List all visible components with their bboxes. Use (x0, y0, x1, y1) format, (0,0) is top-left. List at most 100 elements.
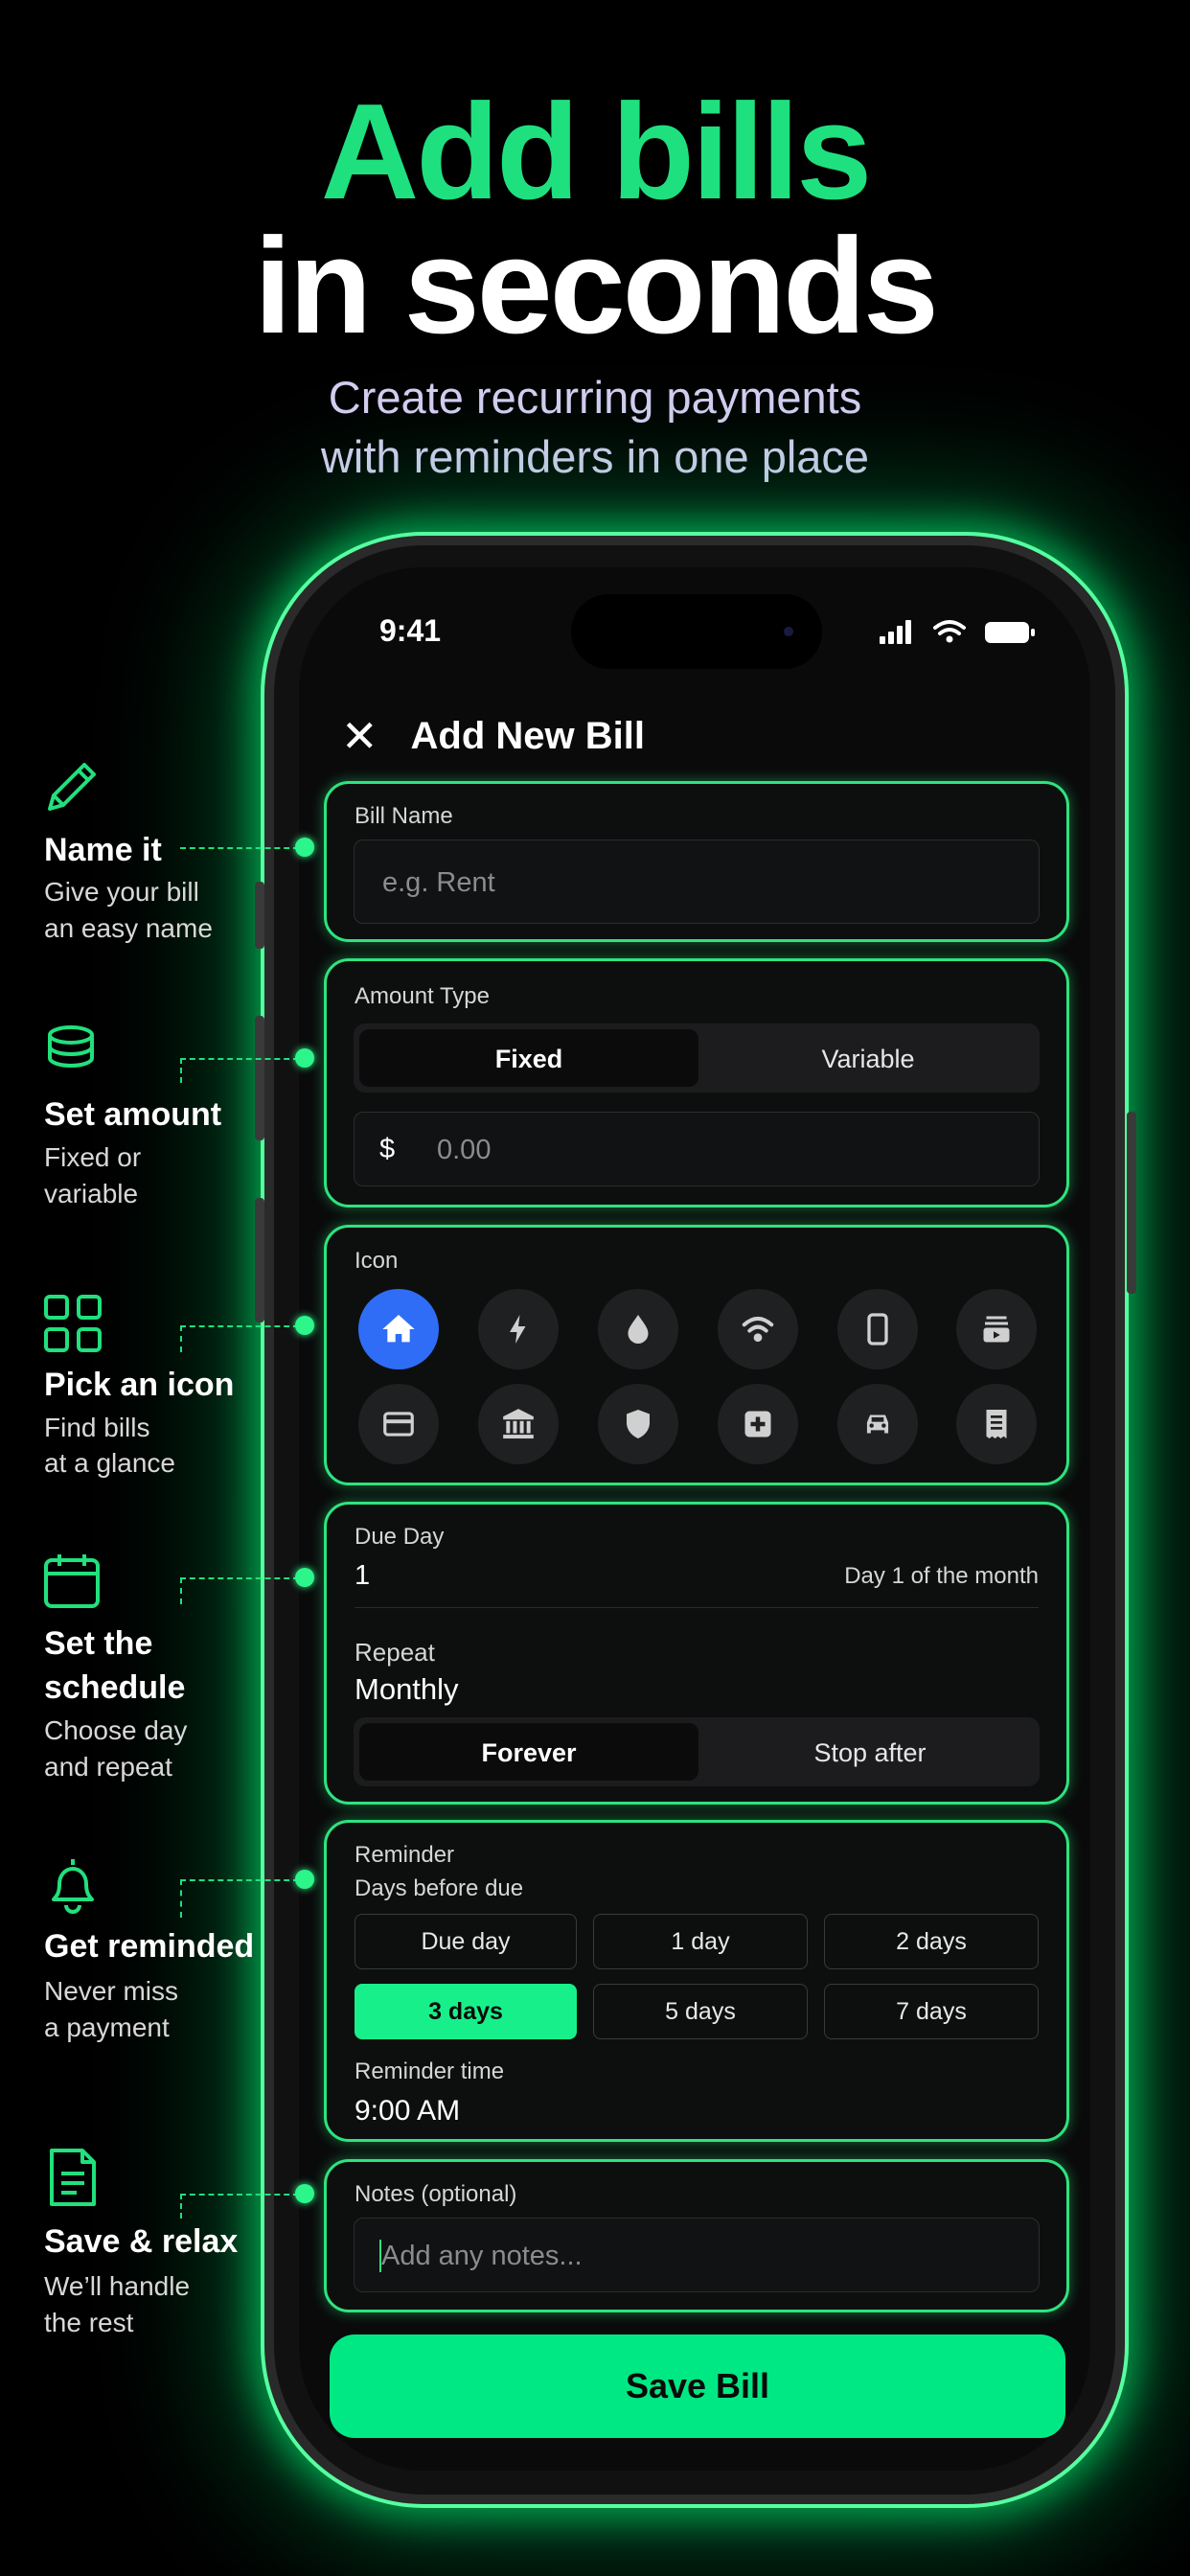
headline-line1: Add bills (320, 76, 873, 228)
callout-dot (295, 838, 314, 857)
credit-card-icon[interactable] (358, 1384, 439, 1464)
icon-label: Icon (355, 1248, 399, 1274)
callout-text-name-1: Give your bill (44, 877, 199, 907)
page-title: Add New Bill (410, 714, 645, 757)
callout-connector (180, 1325, 182, 1352)
callout-connector (180, 1325, 299, 1327)
callout-connector (180, 1577, 182, 1604)
phone-volume-down (255, 1198, 264, 1322)
amount-placeholder: 0.00 (437, 1135, 492, 1165)
callout-text-amount-1: Fixed or (44, 1142, 142, 1172)
calendar-icon (44, 1554, 100, 1608)
callout-connector (180, 847, 299, 849)
callout-text-amount-2: variable (44, 1179, 139, 1208)
pencil-icon (48, 763, 96, 811)
reminder-sublabel: Days before due (355, 1875, 524, 1901)
callout-connector (180, 1879, 299, 1881)
phone-volume-up (255, 1016, 264, 1140)
wifi-icon (933, 620, 966, 635)
shield-icon[interactable] (598, 1384, 678, 1464)
callout-text-schedule-1: Choose day (44, 1715, 188, 1745)
callout-connector (180, 1058, 182, 1083)
reminder-time-label: Reminder time (355, 2058, 505, 2084)
coins-icon (48, 1025, 94, 1069)
callout-dot (295, 1870, 314, 1889)
reminder-option-due-day[interactable]: Due day (355, 1914, 577, 1969)
callout-text-reminded-2: a payment (44, 2012, 170, 2042)
bill-name-label: Bill Name (355, 803, 453, 829)
reminder-option-1-day[interactable]: 1 day (593, 1914, 808, 1969)
callout-text-reminded-1: Never miss (44, 1976, 179, 2006)
headline-line2: in seconds (254, 210, 939, 362)
amount-type-label: Amount Type (355, 983, 490, 1009)
status-time: 9:41 (379, 613, 442, 648)
subheadline-line1: Create recurring payments (328, 372, 862, 423)
phone-side-button (255, 882, 264, 949)
notes-placeholder: Add any notes... (381, 2241, 583, 2271)
callout-dot (295, 1316, 314, 1335)
phone-icon[interactable] (837, 1289, 918, 1369)
due-day-value[interactable]: 1 (355, 1560, 370, 1592)
callout-text-save-1: We’ll handle (44, 2271, 191, 2301)
repeat-value[interactable]: Monthly (355, 1672, 459, 1707)
callout-text-schedule-2: and repeat (44, 1752, 172, 1782)
callout-dot (295, 1048, 314, 1068)
icon-card (324, 1225, 1069, 1485)
repeat-label: Repeat (355, 1638, 435, 1667)
home-icon[interactable] (358, 1289, 439, 1369)
wifi-dot (946, 635, 953, 643)
receipt-icon[interactable] (956, 1384, 1037, 1464)
tv-icon[interactable] (956, 1289, 1037, 1369)
bill-name-placeholder: e.g. Rent (382, 867, 495, 898)
bank-icon[interactable] (478, 1384, 559, 1464)
subheadline-line2: with reminders in one place (320, 431, 870, 482)
callout-text-save-2: the rest (44, 2308, 134, 2337)
callout-title-schedule-1: Set the (44, 1625, 153, 1662)
battery-icon (985, 622, 1035, 643)
callout-connector (180, 1879, 182, 1918)
callout-dot (295, 1568, 314, 1587)
medical-icon[interactable] (718, 1384, 798, 1464)
status-icons (880, 620, 1035, 644)
reminder-option-7-days[interactable]: 7 days (824, 1984, 1039, 2039)
close-icon[interactable]: ✕ (341, 714, 378, 758)
camera-dot (784, 627, 793, 636)
phone-power-button (1127, 1112, 1136, 1294)
callout-title-icon: Pick an icon (44, 1367, 235, 1403)
repeat-stop-after[interactable]: Stop after (700, 1738, 1040, 1768)
callout-text-icon-1: Find bills (44, 1413, 150, 1442)
due-day-label: Due Day (355, 1524, 445, 1550)
car-icon[interactable] (837, 1384, 918, 1464)
bolt-icon[interactable] (478, 1289, 559, 1369)
amount-type-variable[interactable]: Variable (698, 1045, 1038, 1074)
callout-connector (180, 1058, 299, 1060)
reminder-label: Reminder (355, 1842, 455, 1868)
callout-connector (180, 1577, 299, 1579)
callout-connector (180, 2194, 299, 2196)
callout-title-save: Save & relax (44, 2223, 239, 2260)
nav-header: ✕ Add New Bill (341, 709, 645, 763)
notes-label: Notes (optional) (355, 2181, 517, 2207)
bell-icon (52, 1859, 94, 1914)
divider (355, 1607, 1039, 1608)
signal-icon (880, 620, 911, 644)
reminder-option-3-days[interactable]: 3 days (355, 1984, 577, 2039)
wifi-icon[interactable] (718, 1289, 798, 1369)
callout-text-name-2: an easy name (44, 913, 213, 943)
currency-symbol: $ (379, 1134, 396, 1164)
callout-title-name: Name it (44, 832, 162, 868)
callout-text-icon-2: at a glance (44, 1448, 175, 1478)
reminder-option-5-days[interactable]: 5 days (593, 1984, 808, 2039)
document-icon (50, 2149, 96, 2206)
grid-icon (44, 1295, 102, 1352)
callout-connector (180, 2194, 182, 2219)
callout-title-schedule-2: schedule (44, 1669, 186, 1706)
reminder-time-value[interactable]: 9:00 AM (355, 2095, 460, 2128)
save-bill-button[interactable]: Save Bill (330, 2334, 1065, 2438)
water-drop-icon[interactable] (598, 1289, 678, 1369)
repeat-forever-label: Forever (481, 1738, 577, 1767)
due-day-hint: Day 1 of the month (844, 1563, 1039, 1589)
callout-title-amount: Set amount (44, 1096, 222, 1133)
reminder-option-2-days[interactable]: 2 days (824, 1914, 1039, 1969)
callout-dot (295, 2184, 314, 2203)
